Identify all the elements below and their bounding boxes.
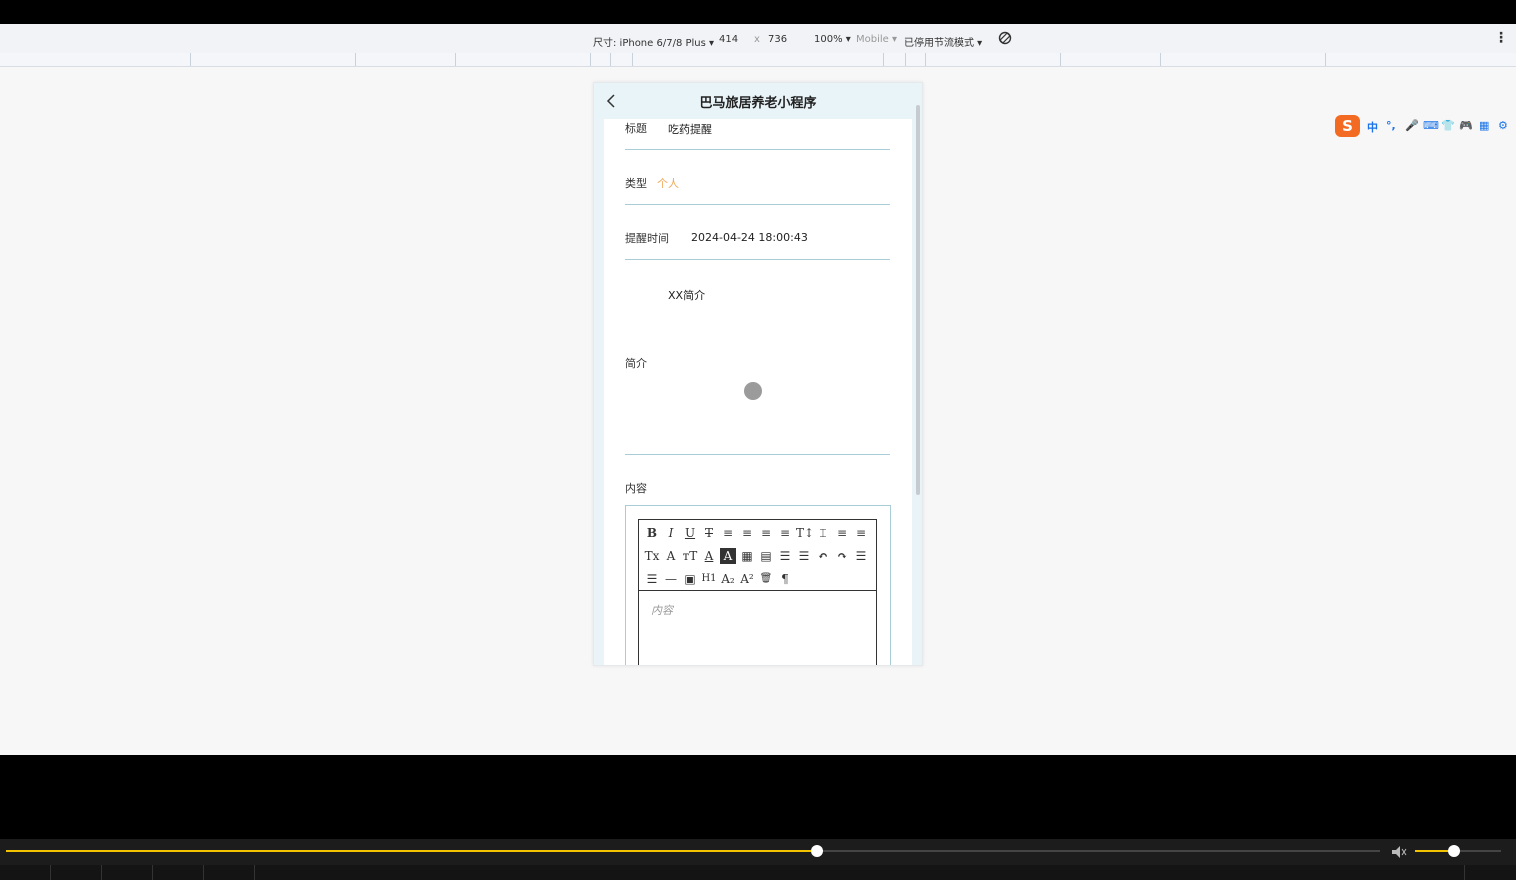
- title-input[interactable]: 吃药提醒: [668, 121, 712, 137]
- outdent-button[interactable]: ☰: [853, 548, 869, 564]
- heading-button[interactable]: H1: [701, 571, 717, 587]
- rotate-icon[interactable]: [997, 30, 1013, 49]
- align-left-button[interactable]: ≡: [720, 525, 736, 541]
- media-query-ruler: [0, 53, 1516, 67]
- intro-textarea[interactable]: XX简介: [668, 287, 705, 303]
- editor-toolbar: B I U T ≡ ≡ ≡ ≡ T↕ ⌶ ≡ ≡ Tx A ᴛT A A ▦ ▤…: [639, 520, 876, 591]
- redo-button[interactable]: ↷: [834, 548, 850, 564]
- font-color-button[interactable]: A: [701, 548, 717, 564]
- microphone-icon[interactable]: 🎤: [1405, 119, 1419, 132]
- background-color-button[interactable]: A: [720, 548, 736, 564]
- remind-time-underline: [625, 259, 890, 260]
- viewport-height-input[interactable]: 736: [768, 34, 787, 45]
- insert-image-button[interactable]: ▣: [682, 571, 698, 587]
- remove-format-button[interactable]: Tx: [644, 548, 660, 564]
- align-justify-button[interactable]: ≡: [777, 525, 793, 541]
- superscript-button[interactable]: A²: [739, 571, 755, 587]
- title-underline: [625, 149, 890, 150]
- font-family-button[interactable]: A: [663, 548, 679, 564]
- sogou-logo-icon[interactable]: S: [1335, 115, 1360, 137]
- seek-bar-fill: [6, 850, 817, 852]
- paragraph-icon[interactable]: ¶: [777, 571, 793, 587]
- font-size-button[interactable]: ᴛT: [682, 548, 698, 564]
- settings-icon[interactable]: ⚙: [1498, 119, 1508, 132]
- unordered-list-button[interactable]: ☰: [796, 548, 812, 564]
- remind-time-picker[interactable]: 2024-04-24 18:00:43: [691, 231, 808, 244]
- editor-body: B I U T ≡ ≡ ≡ ≡ T↕ ⌶ ≡ ≡ Tx A ᴛT A A ▦ ▤…: [638, 519, 877, 665]
- remind-time-label: 提醒时间: [625, 232, 669, 245]
- page-title: 巴马旅居养老小程序: [699, 96, 817, 111]
- ordered-list-button[interactable]: ☰: [777, 548, 793, 564]
- rich-text-editor: B I U T ≡ ≡ ≡ ≡ T↕ ⌶ ≡ ≡ Tx A ᴛT A A ▦ ▤…: [625, 505, 891, 665]
- window-top-bar: [0, 0, 1516, 24]
- more-vertical-icon[interactable]: ⋮: [1494, 30, 1508, 46]
- align-right-button[interactable]: ≡: [758, 525, 774, 541]
- intro-underline: [625, 454, 890, 455]
- dimension-separator: x: [754, 34, 760, 45]
- trash-icon[interactable]: 🗑: [758, 571, 774, 587]
- margin-bottom-button[interactable]: ≡: [853, 525, 869, 541]
- bold-button[interactable]: B: [644, 525, 660, 541]
- underline-button[interactable]: U: [682, 525, 698, 541]
- throttle-select[interactable]: 已停用节流模式 ▾: [904, 34, 982, 49]
- frame-left-margin: [594, 119, 604, 665]
- ime-toolbar: S 中 °, 🎤 ⌨ 👕 🎮 ▦ ⚙: [1335, 115, 1516, 139]
- zoom-select[interactable]: 100% ▾: [814, 34, 851, 45]
- letter-spacing-button[interactable]: ⌶: [815, 525, 831, 541]
- seek-bar-thumb[interactable]: [810, 845, 823, 857]
- undo-button[interactable]: ↶: [815, 548, 831, 564]
- keyboard-icon[interactable]: ⌨: [1423, 119, 1439, 132]
- nav-bar: 巴马旅居养老小程序: [594, 83, 922, 119]
- game-icon[interactable]: 🎮: [1459, 119, 1473, 132]
- indent-button[interactable]: ☰: [644, 571, 660, 587]
- clipboard-button[interactable]: ▤: [758, 548, 774, 564]
- volume-slider-thumb[interactable]: [1447, 845, 1460, 857]
- phone-frame: 巴马旅居养老小程序 标题 吃药提醒 类型 个人 提醒时间 2024-04-24 …: [593, 82, 923, 666]
- content-label: 内容: [625, 482, 647, 495]
- seek-bar[interactable]: [6, 845, 1380, 857]
- player-controls: [0, 839, 1516, 865]
- subscript-button[interactable]: A₂: [720, 571, 736, 587]
- intro-label: 简介: [625, 357, 647, 370]
- skin-icon[interactable]: 👕: [1441, 119, 1455, 132]
- margin-top-button[interactable]: ≡: [834, 525, 850, 541]
- toolbox-icon[interactable]: ▦: [1479, 119, 1489, 132]
- viewport-width-input[interactable]: 414: [719, 34, 738, 45]
- mobile-select[interactable]: Mobile ▾: [856, 34, 897, 45]
- touch-cursor-indicator: [744, 382, 762, 400]
- type-select[interactable]: 个人: [657, 175, 679, 191]
- horizontal-rule-button[interactable]: —: [663, 571, 679, 587]
- device-select[interactable]: 尺寸: iPhone 6/7/8 Plus ▾: [593, 34, 714, 49]
- align-center-button[interactable]: ≡: [739, 525, 755, 541]
- volume-slider[interactable]: [1415, 845, 1501, 857]
- type-underline: [625, 204, 890, 205]
- device-toolbar: 尺寸: iPhone 6/7/8 Plus ▾ 414 x 736 100% ▾…: [0, 24, 1516, 54]
- ime-punctuation[interactable]: °,: [1386, 119, 1396, 132]
- taskbar: [0, 865, 1516, 880]
- strikethrough-button[interactable]: T: [701, 525, 717, 541]
- page-scrollbar[interactable]: [916, 105, 920, 495]
- title-label: 标题: [625, 122, 647, 135]
- type-label: 类型: [625, 177, 647, 190]
- line-height-button[interactable]: T↕: [796, 525, 814, 541]
- volume-icon[interactable]: [1391, 845, 1407, 859]
- insert-date-button[interactable]: ▦: [739, 548, 755, 564]
- italic-button[interactable]: I: [663, 525, 679, 541]
- editor-textarea[interactable]: 内容: [651, 602, 673, 618]
- ime-chinese-mode[interactable]: 中: [1367, 119, 1378, 135]
